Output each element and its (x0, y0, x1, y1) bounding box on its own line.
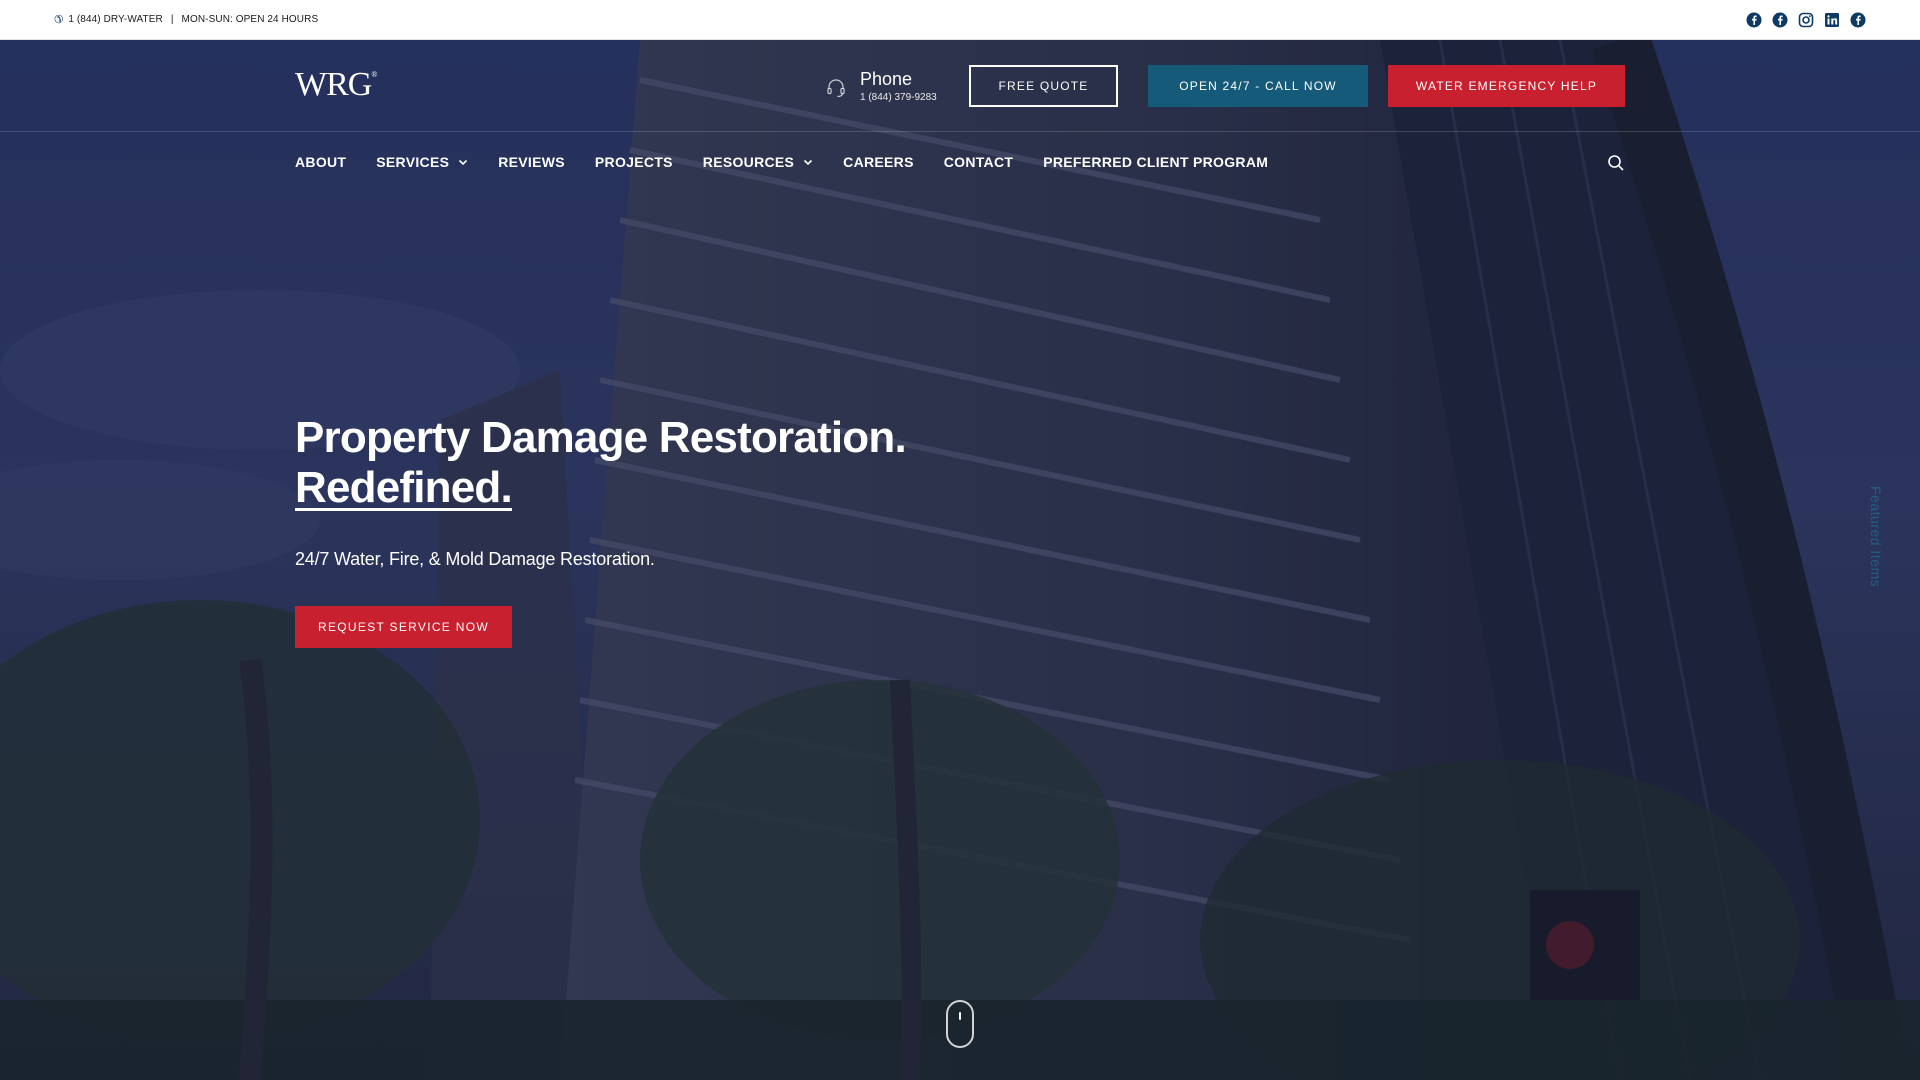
logo-registered-mark: ® (371, 70, 377, 79)
topbar-phone[interactable]: 1 (844) DRY-WATER (68, 14, 163, 25)
request-service-button[interactable]: REQUEST SERVICE NOW (295, 606, 512, 648)
facebook-icon[interactable] (1850, 12, 1866, 28)
logo-text: WRG (295, 66, 372, 103)
top-utility-bar: ✆ 1 (844) DRY-WATER | MON-SUN: OPEN 24 H… (0, 0, 1920, 40)
topbar-separator: | (170, 14, 174, 25)
phone-number[interactable]: 1 (844) 379-9283 (860, 92, 937, 103)
contact-info: ✆ 1 (844) DRY-WATER | MON-SUN: OPEN 24 H… (54, 13, 318, 26)
headset-icon (827, 79, 845, 98)
featured-items-tab[interactable]: Featured Items (1868, 486, 1892, 596)
call-now-button[interactable]: OPEN 24/7 - CALL NOW (1148, 65, 1368, 107)
nav-reviews[interactable]: REVIEWS (498, 154, 565, 170)
nav-label: PROJECTS (594, 154, 673, 170)
nav-resources[interactable]: RESOURCES (703, 154, 813, 170)
chevron-down-icon (459, 159, 468, 166)
featured-items-label: Featured Items (1868, 486, 1884, 588)
nav-services[interactable]: SERVICES (376, 154, 468, 170)
nav-projects[interactable]: PROJECTS (595, 154, 673, 170)
phone-text: Phone 1 (844) 379-9283 (860, 68, 937, 103)
topbar-hours: MON-SUN: OPEN 24 HOURS (181, 14, 319, 25)
hero-background (0, 40, 1920, 1080)
facebook-icon[interactable] (1746, 12, 1762, 28)
phone-icon: ✆ (54, 14, 64, 26)
nav-preferred-client-program[interactable]: PREFERRED CLIENT PROGRAM (1043, 154, 1268, 170)
hero-subtitle: 24/7 Water, Fire, & Mold Damage Restorat… (295, 549, 655, 569)
nav-label: CAREERS (843, 154, 914, 170)
nav-label: REVIEWS (498, 154, 565, 170)
header-phone[interactable]: Phone 1 (844) 379-9283 (826, 68, 937, 103)
scroll-wheel (959, 1012, 961, 1020)
linkedin-icon[interactable] (1824, 12, 1840, 28)
hero-title: Property Damage Restoration. Redefined. (295, 413, 907, 513)
nav-label: CONTACT (943, 154, 1014, 170)
hero-overlay (0, 40, 1920, 1080)
water-emergency-button[interactable]: WATER EMERGENCY HELP (1388, 65, 1625, 107)
hero-title-line1: Property Damage Restoration. (295, 413, 907, 462)
instagram-icon[interactable] (1798, 12, 1814, 28)
free-quote-button[interactable]: FREE QUOTE (969, 65, 1118, 107)
nav-label: SERVICES (376, 154, 450, 170)
chevron-down-icon (804, 159, 813, 166)
nav-contact[interactable]: CONTACT (944, 154, 1014, 170)
facebook-icon[interactable] (1772, 12, 1788, 28)
scroll-down-indicator[interactable] (946, 1000, 974, 1048)
nav-label: PREFERRED CLIENT PROGRAM (1043, 154, 1269, 170)
hero-title-line2: Redefined. (295, 463, 513, 512)
search-icon[interactable] (1607, 154, 1625, 172)
logo[interactable]: WRG® (295, 66, 377, 104)
main-nav: ABOUT SERVICES REVIEWS PROJECTS RESOURCE… (295, 154, 1298, 170)
nav-about[interactable]: ABOUT (295, 154, 346, 170)
site-header: WRG® Phone 1 (844) 379-9283 (0, 40, 1920, 132)
nav-label: RESOURCES (702, 154, 795, 170)
social-links (1746, 12, 1866, 28)
nav-label: ABOUT (295, 154, 347, 170)
phone-label: Phone (860, 69, 913, 89)
nav-careers[interactable]: CAREERS (843, 154, 914, 170)
